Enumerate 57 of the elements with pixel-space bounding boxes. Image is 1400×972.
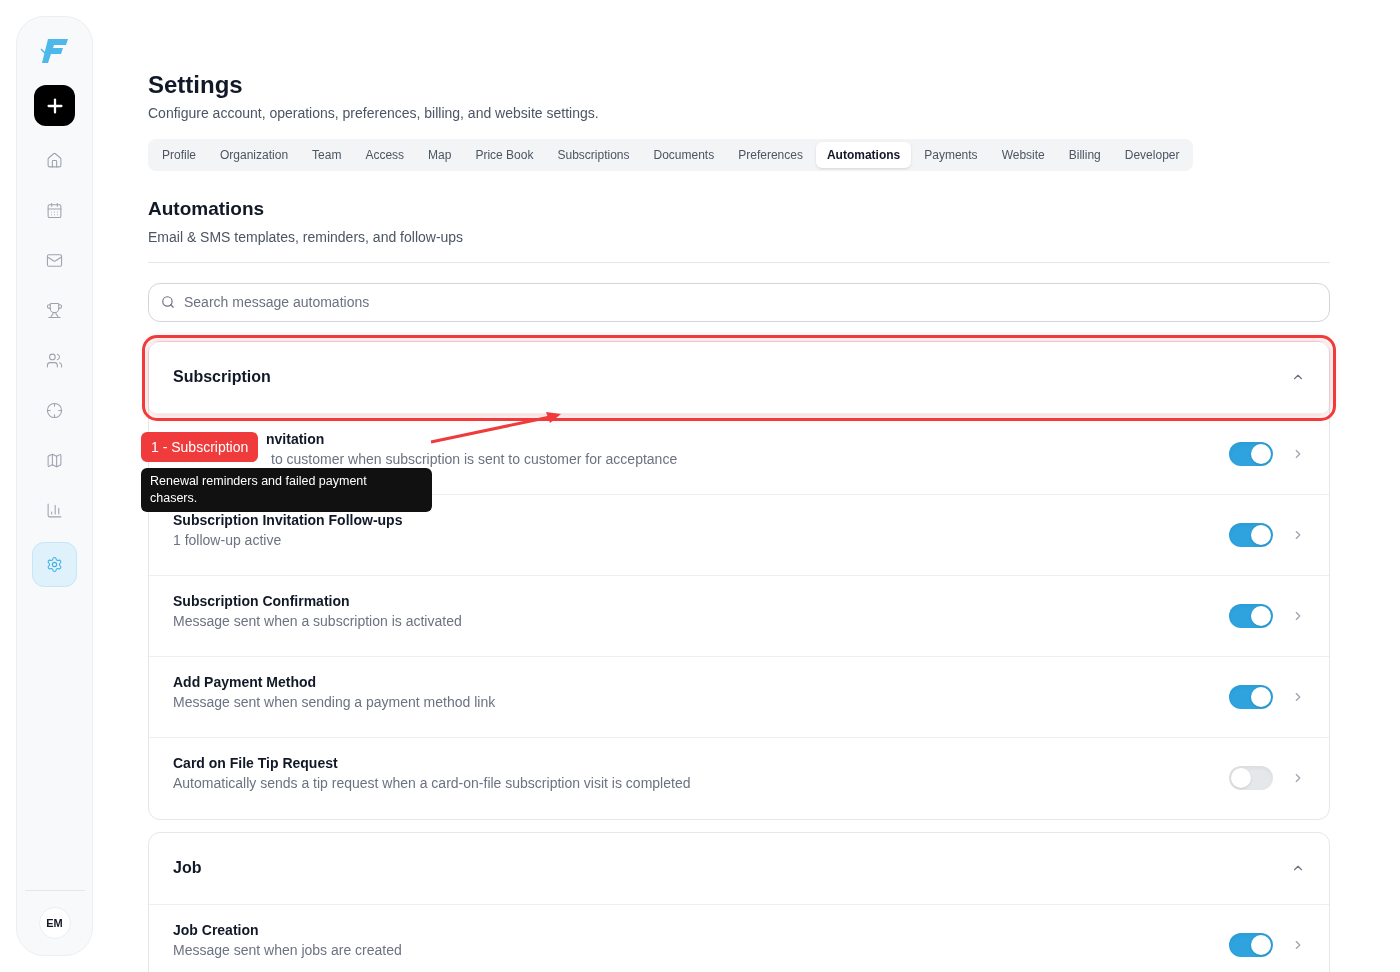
group-title: Subscription <box>173 367 271 387</box>
group-header[interactable]: Subscription <box>149 341 1329 414</box>
page-title: Settings <box>148 70 244 100</box>
logo-icon <box>39 37 70 65</box>
automation-title: Subscription Confirmation <box>173 591 350 611</box>
automation-title: Add Payment Method <box>173 672 317 692</box>
automation-title: nvitation <box>266 429 325 449</box>
section-title: Automations <box>148 197 266 221</box>
automation-title: Card on File Tip Request <box>173 754 338 773</box>
section-subtitle: Email & SMS templates, reminders, and follow-ups <box>148 227 465 247</box>
settings-tab[interactable]: Subscriptions <box>546 142 641 168</box>
search-field[interactable]: Search message automations <box>148 282 1330 322</box>
toggle-switch[interactable] <box>1229 933 1273 957</box>
calendar-icon <box>46 201 63 219</box>
toggle-switch[interactable] <box>1229 766 1273 790</box>
users-icon <box>46 351 63 369</box>
bar-chart-icon <box>46 501 63 519</box>
toggle-switch[interactable] <box>1229 603 1273 628</box>
settings-nav-button[interactable] <box>32 542 77 587</box>
map-icon <box>46 451 63 469</box>
trophy-icon <box>46 301 63 319</box>
settings-tab[interactable]: Price Book <box>464 142 545 168</box>
toggle-switch[interactable] <box>1229 684 1273 709</box>
toggle-switch[interactable] <box>1229 522 1273 547</box>
group-header[interactable]: Job <box>149 832 1329 905</box>
settings-tab[interactable]: Team <box>301 142 353 168</box>
settings-tab[interactable]: Billing <box>1057 142 1112 168</box>
automation-description: 1 follow-up active <box>173 530 282 550</box>
home-icon <box>46 151 63 169</box>
automation-description: Message sent when a subscription is activated <box>173 611 462 631</box>
page-subtitle: Configure account, operations, preferences, billing, and website settings. <box>148 104 600 123</box>
settings-tab[interactable]: Developer <box>1113 142 1191 168</box>
mail-icon <box>46 251 63 269</box>
toggle-switch[interactable] <box>1229 441 1273 466</box>
crosshair-icon <box>46 401 63 419</box>
search-icon <box>161 294 175 309</box>
automation-title: Job Creation <box>173 921 259 940</box>
settings-tab[interactable]: Automations <box>815 142 912 168</box>
settings-icon <box>46 556 63 573</box>
automation-description: Automatically sends a tip request when a card-on-file subscription visit is completed <box>173 774 691 793</box>
settings-tab[interactable]: Preferences <box>727 142 814 168</box>
settings-tab[interactable]: Website <box>990 142 1056 168</box>
annotation-badge: 1 - Subscription <box>141 432 259 462</box>
automation-description: to customer when subscription is sent to customer for acceptance <box>271 449 678 469</box>
settings-tab[interactable]: Documents <box>642 142 726 168</box>
automation-description: Message sent when jobs are created <box>173 941 402 960</box>
automation-title: Subscription Invitation Follow-ups <box>173 510 403 530</box>
settings-tab[interactable]: Organization <box>209 142 300 168</box>
automation-description: Message sent when sending a payment method link <box>173 692 496 712</box>
settings-tab[interactable]: Access <box>354 142 416 168</box>
user-avatar[interactable]: EM <box>38 907 71 939</box>
annotation-tooltip: Renewal reminders and failed payment chasers. <box>141 468 432 512</box>
settings-tab[interactable]: Profile <box>151 142 207 168</box>
group-title: Job <box>173 858 202 878</box>
add-button[interactable] <box>34 85 75 126</box>
settings-tab[interactable]: Payments <box>913 142 989 168</box>
settings-tab[interactable]: Map <box>417 142 463 168</box>
